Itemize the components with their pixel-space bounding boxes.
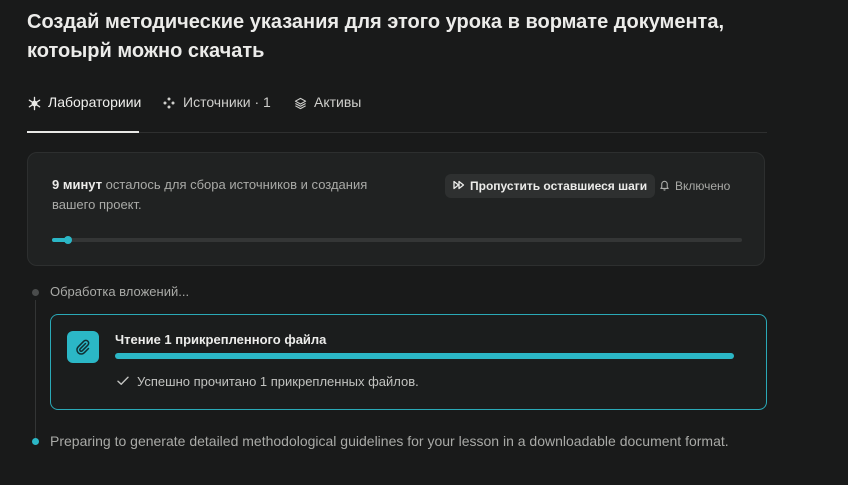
step-preparing-guidelines: Preparing to generate detailed methodolo…	[50, 433, 729, 449]
tab-label: Активы	[314, 94, 362, 110]
time-remaining-value: 9 минут	[52, 177, 103, 192]
notifications-toggle[interactable]: Включено	[659, 174, 730, 198]
timeline-line	[35, 300, 36, 440]
bell-icon	[659, 179, 670, 194]
tab-bar: Лабораториии Источники · 1 Активы	[27, 94, 767, 133]
step-processing-attachments: Обработка вложений...	[50, 284, 190, 299]
time-progress-knob	[63, 236, 72, 244]
time-remaining-text: 9 минут осталось для сбора источников и …	[52, 175, 412, 215]
sources-icon	[161, 95, 177, 111]
tab-label: Источники · 1	[183, 94, 271, 110]
time-progress-bar	[52, 236, 742, 244]
fast-forward-icon	[453, 179, 465, 193]
page-title: Создай методические указания для этого у…	[27, 11, 725, 62]
file-reading-result-text: Успешно прочитано 1 прикрепленных файлов…	[137, 374, 419, 389]
toggle-label: Включено	[675, 179, 731, 193]
file-reading-title: Чтение 1 прикрепленного файла	[115, 332, 327, 347]
tab-label: Лабораториии	[48, 94, 142, 110]
step-dot-active	[32, 438, 39, 445]
skip-remaining-steps-button[interactable]: Пропустить оставшиеся шаги	[445, 174, 656, 198]
tab-sources[interactable]: Источники · 1	[161, 94, 271, 131]
tab-laboratories[interactable]: Лабораториии	[27, 94, 142, 133]
check-icon	[117, 374, 129, 389]
step-dot-done	[32, 289, 39, 296]
paperclip-icon	[67, 331, 99, 363]
file-reading-result: Успешно прочитано 1 прикрепленных файлов…	[117, 374, 419, 389]
file-reading-card: Чтение 1 прикрепленного файла Успешно пр…	[50, 314, 767, 410]
file-reading-progress	[115, 353, 734, 359]
status-card: 9 минут осталось для сбора источников и …	[27, 152, 765, 266]
file-reading-progress-fill	[115, 353, 734, 359]
skip-label: Пропустить оставшиеся шаги	[470, 179, 648, 193]
tab-assets[interactable]: Активы	[292, 94, 361, 131]
lab-icon	[27, 95, 42, 111]
layers-icon	[292, 95, 308, 111]
